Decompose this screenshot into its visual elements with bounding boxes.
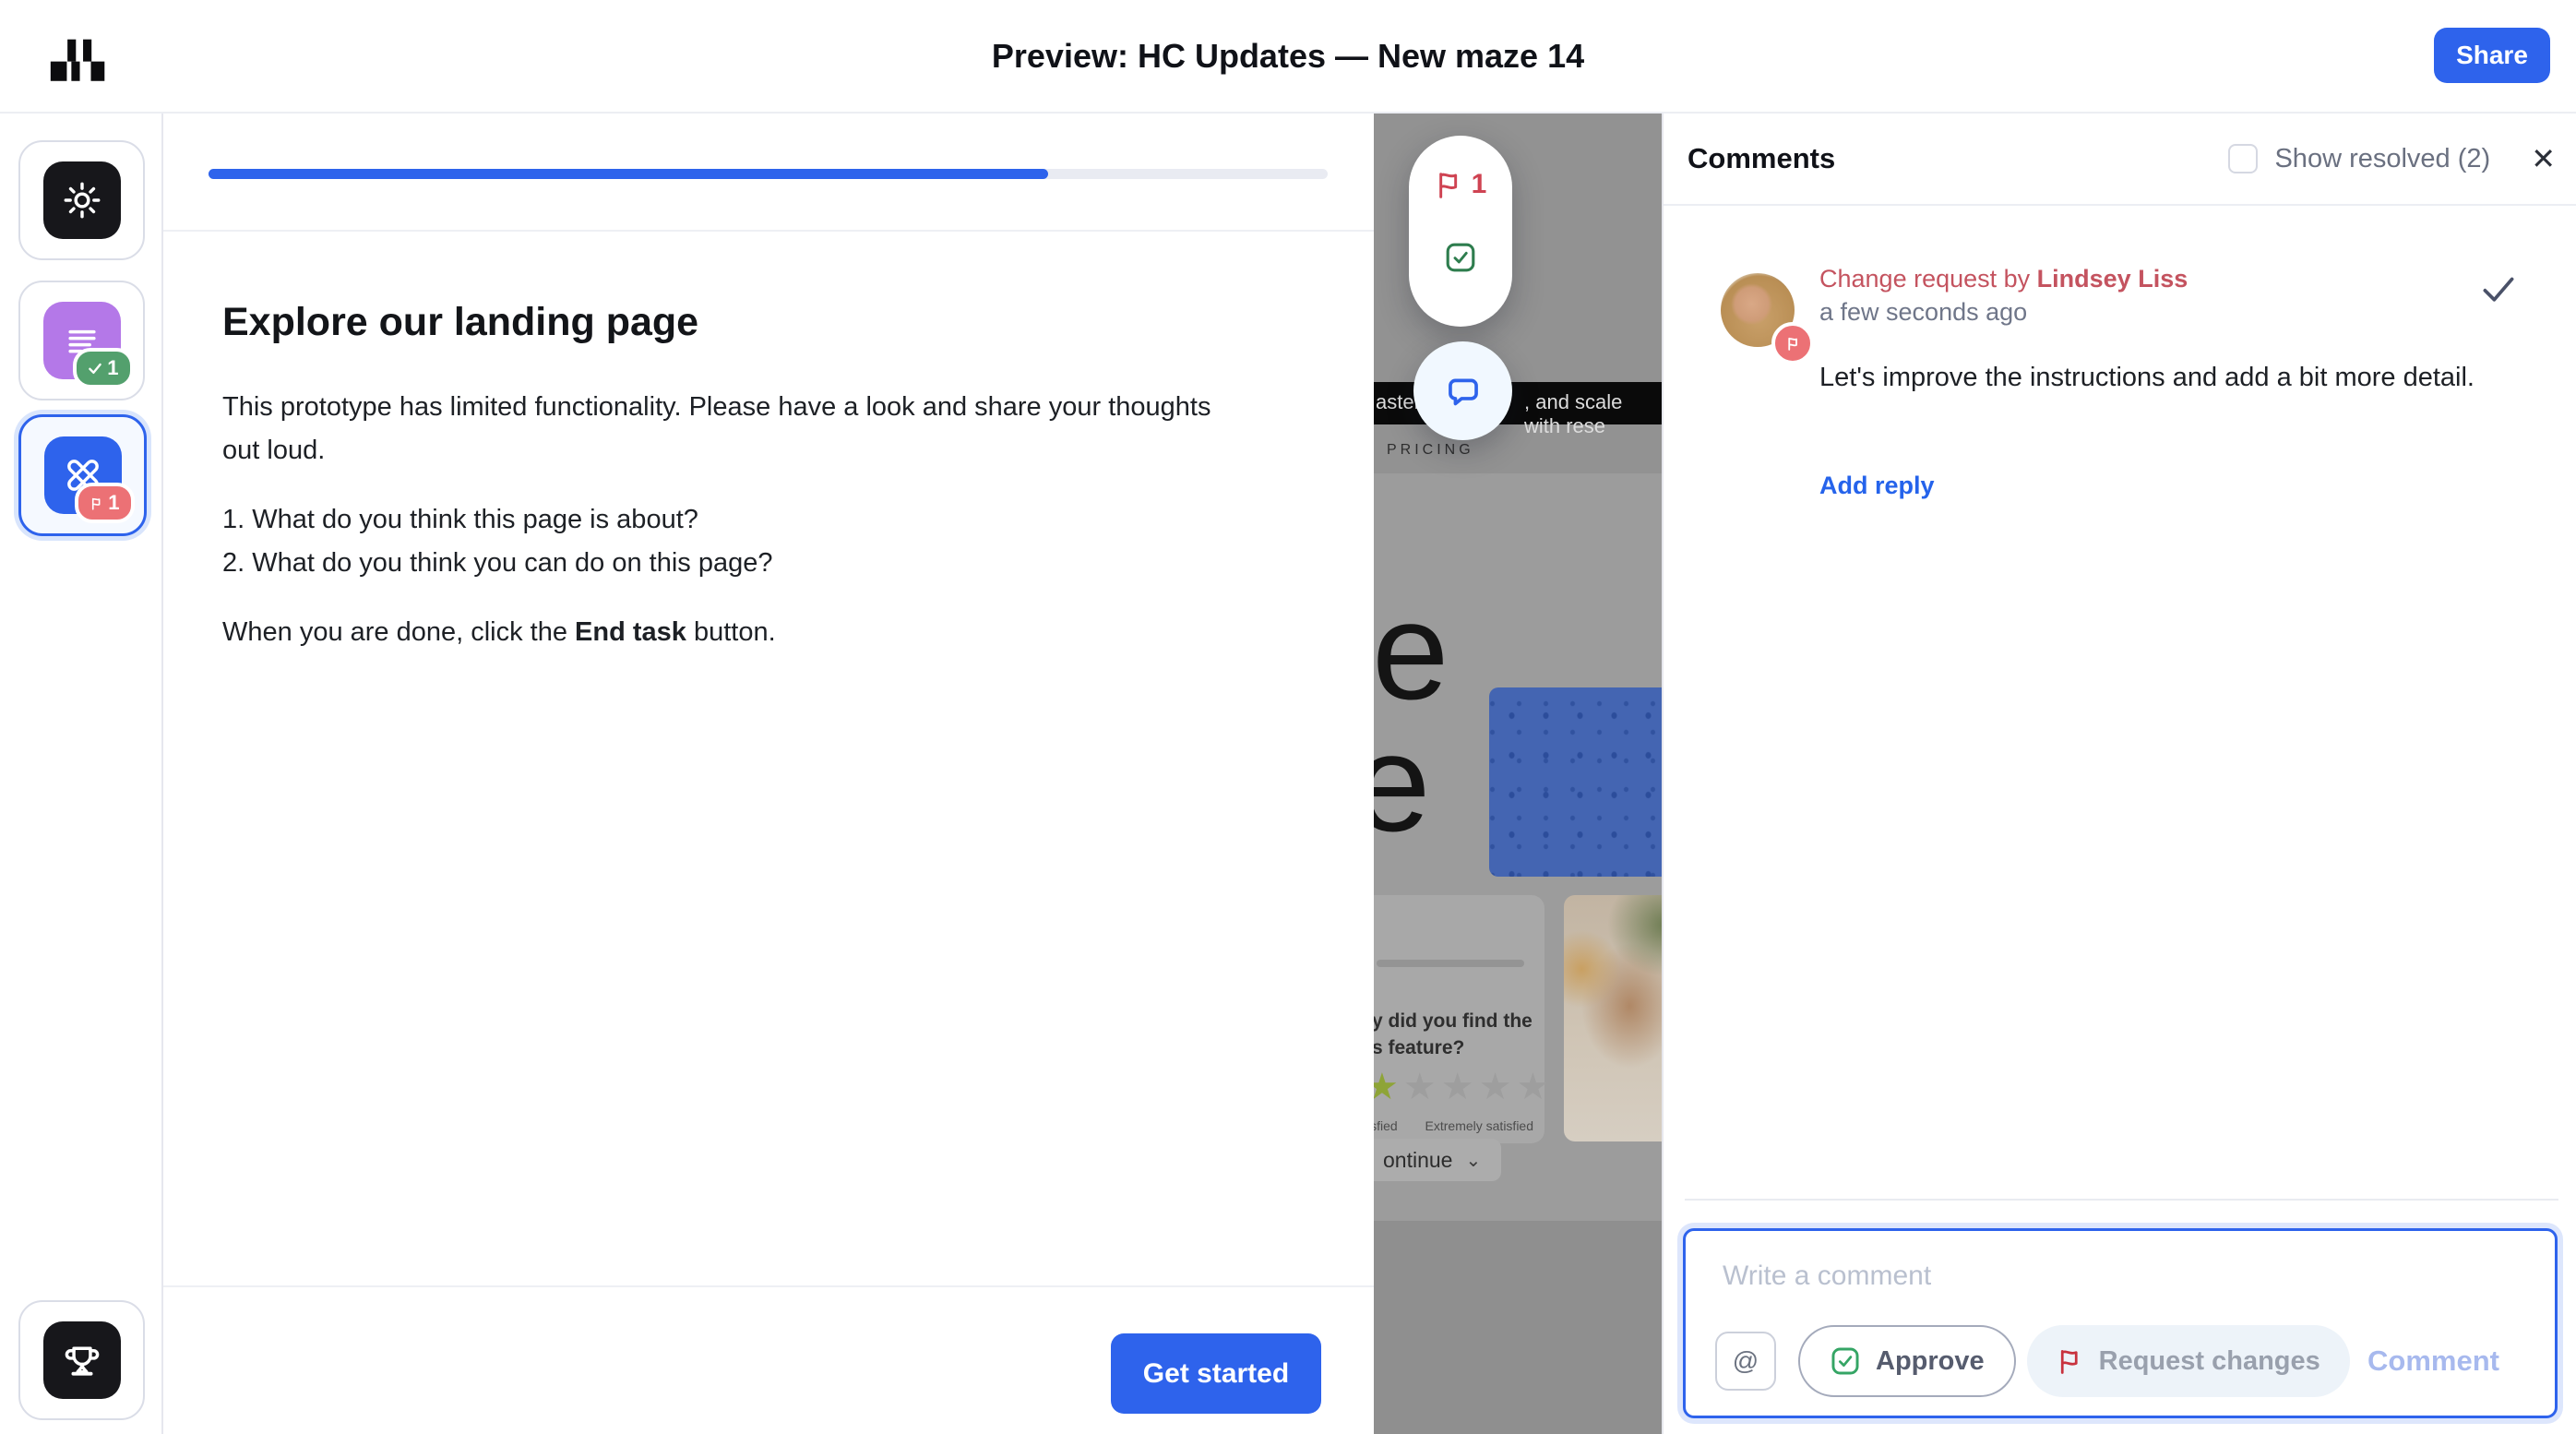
pricing-nav-label: PRICING (1387, 442, 1474, 459)
star-icon: ★ (1374, 1069, 1399, 1105)
study-question: y did you find the s feature? (1374, 1008, 1532, 1061)
star-icon: ★ (1403, 1069, 1437, 1105)
task-heading: Explore our landing page (222, 300, 1265, 345)
sun-icon (62, 180, 102, 221)
change-request-avatar-badge (1771, 322, 1814, 364)
show-resolved-label[interactable]: Show resolved (2) (2274, 144, 2490, 174)
study-progress-line (1377, 960, 1524, 967)
sidebar-item-questions[interactable]: 1 (18, 281, 145, 400)
thank-you-tile (43, 1321, 121, 1399)
app-body: 1 (0, 114, 2576, 1434)
prototype-preview: aster , and scale with rese PRICING e e … (1374, 114, 1662, 1434)
welcome-tile (43, 161, 121, 239)
comment-author: Lindsey Liss (2037, 265, 2188, 293)
prototype-lower-section (1374, 1221, 1662, 1434)
close-icon[interactable]: ✕ (2531, 144, 2556, 173)
maze-preview-app: Preview: HC Updates — New maze 14 Share (0, 0, 2576, 1434)
divider (163, 230, 1374, 232)
check-icon (88, 361, 102, 376)
comment-input[interactable] (1721, 1259, 2518, 1327)
comment-submit-button[interactable]: Comment (2362, 1344, 2505, 1379)
comments-title: Comments (1688, 142, 1835, 175)
divider (1685, 1199, 2558, 1201)
task-content: Explore our landing page This prototype … (222, 300, 1265, 680)
blocks-sidebar: 1 (0, 114, 163, 1434)
sidebar-item-thank-you[interactable] (18, 1300, 145, 1420)
approve-button[interactable]: Approve (1798, 1325, 2016, 1397)
request-changes-label: Request changes (2099, 1346, 2320, 1377)
study-rating-card: y did you find the s feature? ★ ★ ★ ★ ★ … (1374, 895, 1544, 1143)
crowd-photo (1489, 687, 1662, 877)
banner-text-right: , and scale with rese (1524, 390, 1662, 438)
task-panel: Explore our landing page This prototype … (163, 114, 1374, 1434)
prototype-tile: 1 (44, 436, 122, 514)
divider (163, 1285, 1374, 1287)
flag-count-button[interactable]: 1 (1435, 169, 1487, 200)
check-square-icon (1444, 241, 1477, 274)
hero-letter: e (1374, 581, 1449, 720)
change-request-badge-count: 1 (108, 491, 119, 515)
task-question-2: 2. What do you think you can do on this … (222, 542, 1265, 585)
hero-letter: e (1374, 713, 1430, 852)
star-rating: ★ ★ ★ ★ ★ (1374, 1069, 1549, 1105)
show-resolved-checkbox[interactable] (2228, 144, 2258, 173)
questions-tile: 1 (43, 302, 121, 379)
share-button[interactable]: Share (2434, 28, 2550, 83)
task-question-1: 1. What do you think this page is about? (222, 498, 1265, 542)
trophy-icon (61, 1339, 103, 1381)
star-icon: ★ (1441, 1069, 1474, 1105)
star-icon: ★ (1516, 1069, 1549, 1105)
chevron-down-icon: ⌄ (1465, 1149, 1481, 1172)
composer-controls: @ Approve Request changes (1686, 1325, 2555, 1397)
portrait-photo (1564, 895, 1662, 1141)
add-reply-link[interactable]: Add reply (1819, 472, 1935, 500)
continue-button: ontinue ⌄ (1374, 1139, 1501, 1181)
comments-header: Comments Show resolved (2) ✕ (1664, 114, 2576, 206)
progress-bar-fill (209, 169, 1048, 179)
comment-mode-button[interactable] (1413, 341, 1512, 440)
flag-count: 1 (1472, 169, 1487, 200)
star-rating-labels: isfied Extremely satisfied (1374, 1118, 1533, 1133)
comment-composer: @ Approve Request changes (1683, 1228, 2558, 1418)
review-actions-pill: 1 (1409, 136, 1512, 327)
approved-badge: 1 (73, 348, 133, 388)
resolve-comment-button[interactable] (2480, 274, 2517, 310)
sidebar-item-prototype[interactable]: 1 (18, 414, 147, 536)
check-icon (2480, 274, 2517, 305)
flag-icon (1785, 336, 1801, 352)
get-started-button[interactable]: Get started (1111, 1333, 1321, 1414)
approve-toggle-button[interactable] (1444, 241, 1477, 279)
approve-button-label: Approve (1876, 1346, 1985, 1377)
check-square-icon (1830, 1345, 1861, 1377)
approved-badge-count: 1 (107, 356, 118, 380)
page-title: Preview: HC Updates — New maze 14 (0, 37, 2576, 76)
flag-icon (2057, 1347, 2084, 1375)
topbar: Preview: HC Updates — New maze 14 Share (0, 0, 2576, 114)
task-footer: When you are done, click the End task bu… (222, 611, 1246, 654)
comment-meta: Change request by Lindsey Liss (1819, 265, 2188, 293)
request-changes-button[interactable]: Request changes (2027, 1325, 2350, 1397)
comment-bubble-icon (1443, 371, 1484, 412)
flag-icon (1435, 170, 1464, 199)
comment-body: Let's improve the instructions and add a… (1819, 355, 2475, 400)
star-icon: ★ (1479, 1069, 1512, 1105)
mention-button[interactable]: @ (1715, 1332, 1776, 1391)
comments-panel: Comments Show resolved (2) ✕ Change requ… (1662, 114, 2576, 1434)
progress-bar (209, 169, 1328, 179)
task-intro: This prototype has limited functionality… (222, 386, 1246, 472)
change-request-badge: 1 (75, 483, 134, 523)
flag-icon (89, 496, 103, 510)
sidebar-item-welcome[interactable] (18, 140, 145, 260)
comment-timestamp: a few seconds ago (1819, 298, 2027, 327)
